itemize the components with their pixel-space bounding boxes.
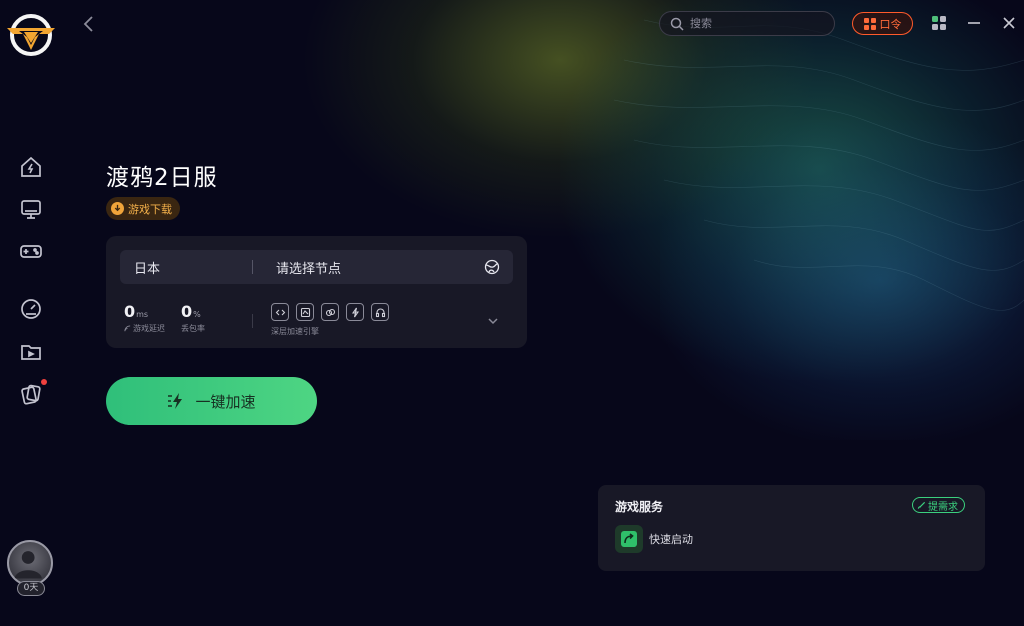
notification-badge [41, 379, 47, 385]
loss-value: 0 [181, 302, 193, 321]
monitor-icon[interactable] [18, 196, 44, 222]
latency-stat: 0ms 游戏延迟 [124, 302, 165, 334]
speedometer-icon[interactable] [18, 296, 44, 322]
divider [252, 314, 253, 328]
quick-launch-label: 快速启动 [649, 533, 693, 546]
boost-engine-icon[interactable] [346, 303, 364, 321]
search-bar[interactable] [659, 11, 835, 36]
loss-label: 丢包率 [181, 324, 205, 333]
search-icon [670, 17, 684, 31]
node-select[interactable]: 请选择节点 [253, 258, 484, 277]
game-service-card: 游戏服务 提需求 快速启动 [598, 485, 985, 571]
quick-launch-icon [615, 525, 643, 553]
game-title: 渡鸦2日服 [106, 165, 218, 191]
home-bolt-icon[interactable] [18, 154, 44, 180]
latency-value: 0 [124, 302, 136, 321]
back-icon[interactable] [80, 14, 98, 34]
minimize-icon[interactable] [965, 14, 983, 32]
headset-engine-icon[interactable] [371, 303, 389, 321]
folder-icon[interactable] [18, 339, 44, 365]
quick-launch-item[interactable]: 快速启动 [615, 525, 693, 553]
latency-unit: ms [136, 310, 149, 319]
region-label[interactable]: 日本 [120, 258, 252, 277]
kouling-button[interactable]: 口令 [852, 12, 913, 35]
request-label: 提需求 [928, 501, 958, 513]
engine-icons [271, 303, 389, 321]
route-engine-icon[interactable] [296, 303, 314, 321]
engine-label: 深层加速引擎 [271, 327, 319, 336]
game-download-label: 游戏下载 [128, 202, 172, 216]
acceleration-panel: 日本 请选择节点 0ms 游戏延迟 0% 丢包率 深层加速引擎 [106, 236, 527, 348]
apps-grid-icon[interactable] [930, 14, 948, 32]
connect-engine-icon[interactable] [271, 303, 289, 321]
bolt-icon [168, 393, 183, 409]
loss-unit: % [193, 310, 201, 319]
gamepad-icon[interactable] [18, 238, 44, 264]
chevron-down-icon[interactable] [486, 313, 500, 327]
download-icon [111, 202, 124, 215]
latency-label: 游戏延迟 [133, 324, 165, 333]
search-input[interactable] [690, 17, 820, 30]
kouling-label: 口令 [879, 17, 902, 31]
sidebar: 0天 [0, 0, 62, 626]
avatar[interactable] [7, 540, 53, 586]
brush-icon [917, 501, 926, 509]
packet-loss-stat: 0% 丢包率 [181, 302, 205, 334]
cards-icon[interactable] [18, 379, 47, 407]
app-logo-icon[interactable] [5, 10, 57, 60]
service-title: 游戏服务 [615, 500, 664, 514]
accelerate-button[interactable]: 一键加速 [106, 377, 317, 425]
membership-days-badge: 0天 [17, 581, 45, 596]
request-button[interactable]: 提需求 [912, 497, 965, 513]
signal-icon [124, 325, 131, 332]
kouling-icon [863, 17, 876, 30]
link-engine-icon[interactable] [321, 303, 339, 321]
globe-icon[interactable] [484, 259, 500, 275]
game-download-button[interactable]: 游戏下载 [106, 197, 180, 220]
node-selector[interactable]: 日本 请选择节点 [120, 250, 513, 284]
accelerate-label: 一键加速 [195, 393, 256, 411]
close-icon[interactable] [1000, 14, 1018, 32]
